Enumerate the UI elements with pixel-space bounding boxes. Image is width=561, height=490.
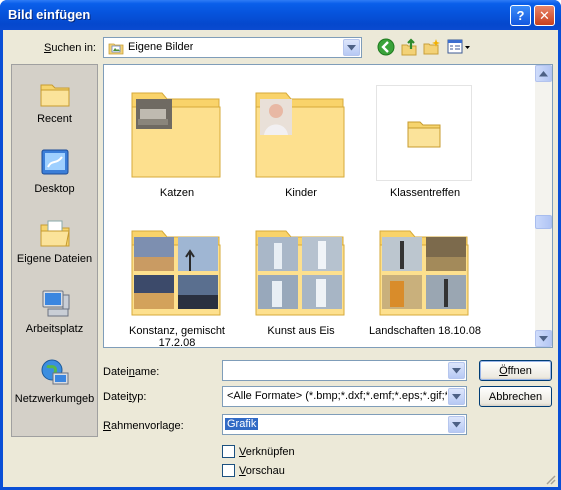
- up-folder-icon[interactable]: [400, 38, 418, 56]
- dialog-body: Suchen in: Eigene Bilder Recent Desktop …: [3, 30, 558, 487]
- back-icon[interactable]: [377, 38, 395, 56]
- folder-preview-icon: [255, 230, 345, 316]
- file-name: Klassentreffen: [389, 187, 461, 199]
- filename-dropdown-button[interactable]: [448, 362, 465, 379]
- frame-dropdown-button[interactable]: [448, 416, 465, 433]
- cancel-button[interactable]: Abbrechen: [479, 386, 552, 407]
- pictures-folder-icon: [108, 41, 124, 55]
- file-name: Katzen: [159, 187, 195, 199]
- place-documents[interactable]: Eigene Dateien: [12, 213, 97, 281]
- place-computer[interactable]: Arbeitsplatz: [12, 283, 97, 351]
- preview-checkbox[interactable]: [222, 464, 235, 477]
- filetype-select[interactable]: <Alle Formate> (*.bmp;*.dxf;*.emf;*.eps;…: [222, 386, 467, 407]
- recent-folder-icon: [40, 84, 70, 107]
- lookin-value: Eigene Bilder: [128, 41, 194, 53]
- window-title: Bild einfügen: [8, 7, 91, 22]
- chevron-down-icon: [452, 393, 461, 399]
- folder-preview-icon: [131, 92, 221, 178]
- frame-select[interactable]: Grafik: [222, 414, 467, 435]
- resize-grip-icon[interactable]: [544, 473, 556, 485]
- file-list[interactable]: Katzen Kinder Klassentreffen Konstanz, g…: [103, 64, 553, 348]
- insert-picture-dialog: Bild einfügen ? ✕ Suchen in: Eigene Bild…: [0, 0, 561, 490]
- list-item[interactable]: Katzen: [120, 85, 242, 210]
- places-bar: Recent Desktop Eigene Dateien Arbeitspla…: [11, 64, 98, 437]
- file-name: Kinder: [285, 187, 317, 199]
- chevron-up-icon: [539, 70, 548, 76]
- filetype-dropdown-button[interactable]: [448, 388, 465, 405]
- folder-preview-icon: [131, 230, 221, 316]
- link-checkbox[interactable]: [222, 445, 235, 458]
- close-button[interactable]: ✕: [534, 5, 555, 26]
- list-item[interactable]: Kunst aus Eis: [244, 223, 366, 347]
- list-item[interactable]: Kinder: [244, 85, 366, 210]
- computer-icon: [42, 290, 70, 317]
- list-item[interactable]: Konstanz, gemischt 17.2.08: [120, 223, 242, 347]
- preview-label[interactable]: Vorschau: [239, 465, 285, 477]
- lookin-label: Suchen in:: [44, 42, 96, 54]
- filetype-value: <Alle Formate> (*.bmp;*.dxf;*.emf;*.eps;…: [227, 390, 447, 402]
- lookin-dropdown-button[interactable]: [343, 39, 360, 56]
- help-button[interactable]: ?: [510, 5, 531, 26]
- title-bar[interactable]: Bild einfügen ? ✕: [0, 0, 561, 30]
- folder-icon: [407, 121, 441, 148]
- desktop-icon: [41, 149, 69, 175]
- place-desktop[interactable]: Desktop: [12, 143, 97, 211]
- filename-label: Dateiname:: [103, 366, 160, 378]
- file-name: Konstanz, gemischt 17.2.08: [129, 325, 225, 348]
- list-item[interactable]: Landschaften 18.10.08: [368, 223, 490, 347]
- chevron-down-icon: [452, 367, 461, 373]
- vertical-scrollbar[interactable]: [535, 65, 552, 347]
- list-item[interactable]: Klassentreffen: [368, 85, 490, 210]
- place-recent[interactable]: Recent: [12, 73, 97, 141]
- documents-folder-icon: [40, 220, 70, 247]
- link-label[interactable]: Verknüpfen: [239, 446, 295, 458]
- frame-label: Rahmenvorlage:: [103, 420, 184, 432]
- filetype-label: Dateityp:: [103, 391, 147, 403]
- new-folder-icon[interactable]: [423, 38, 441, 56]
- view-menu-icon[interactable]: [447, 38, 471, 56]
- folder-preview-icon: [255, 92, 345, 178]
- lookin-select[interactable]: Eigene Bilder: [103, 37, 362, 58]
- filename-input[interactable]: [222, 360, 467, 381]
- scroll-thumb[interactable]: [535, 215, 552, 229]
- folder-preview-icon: [379, 230, 469, 316]
- place-network[interactable]: Netzwerkumgeb: [12, 353, 97, 421]
- open-button[interactable]: Öffnen: [479, 360, 552, 381]
- chevron-down-icon: [539, 335, 548, 341]
- chevron-down-icon: [347, 44, 356, 50]
- frame-value: Grafik: [225, 418, 259, 430]
- file-name: Landschaften 18.10.08: [369, 325, 481, 337]
- chevron-down-icon: [452, 421, 461, 427]
- scroll-down-button[interactable]: [535, 330, 552, 347]
- network-icon: [41, 359, 69, 385]
- scroll-up-button[interactable]: [535, 65, 552, 82]
- file-name: Kunst aus Eis: [267, 325, 335, 337]
- folder-frame: [376, 85, 472, 181]
